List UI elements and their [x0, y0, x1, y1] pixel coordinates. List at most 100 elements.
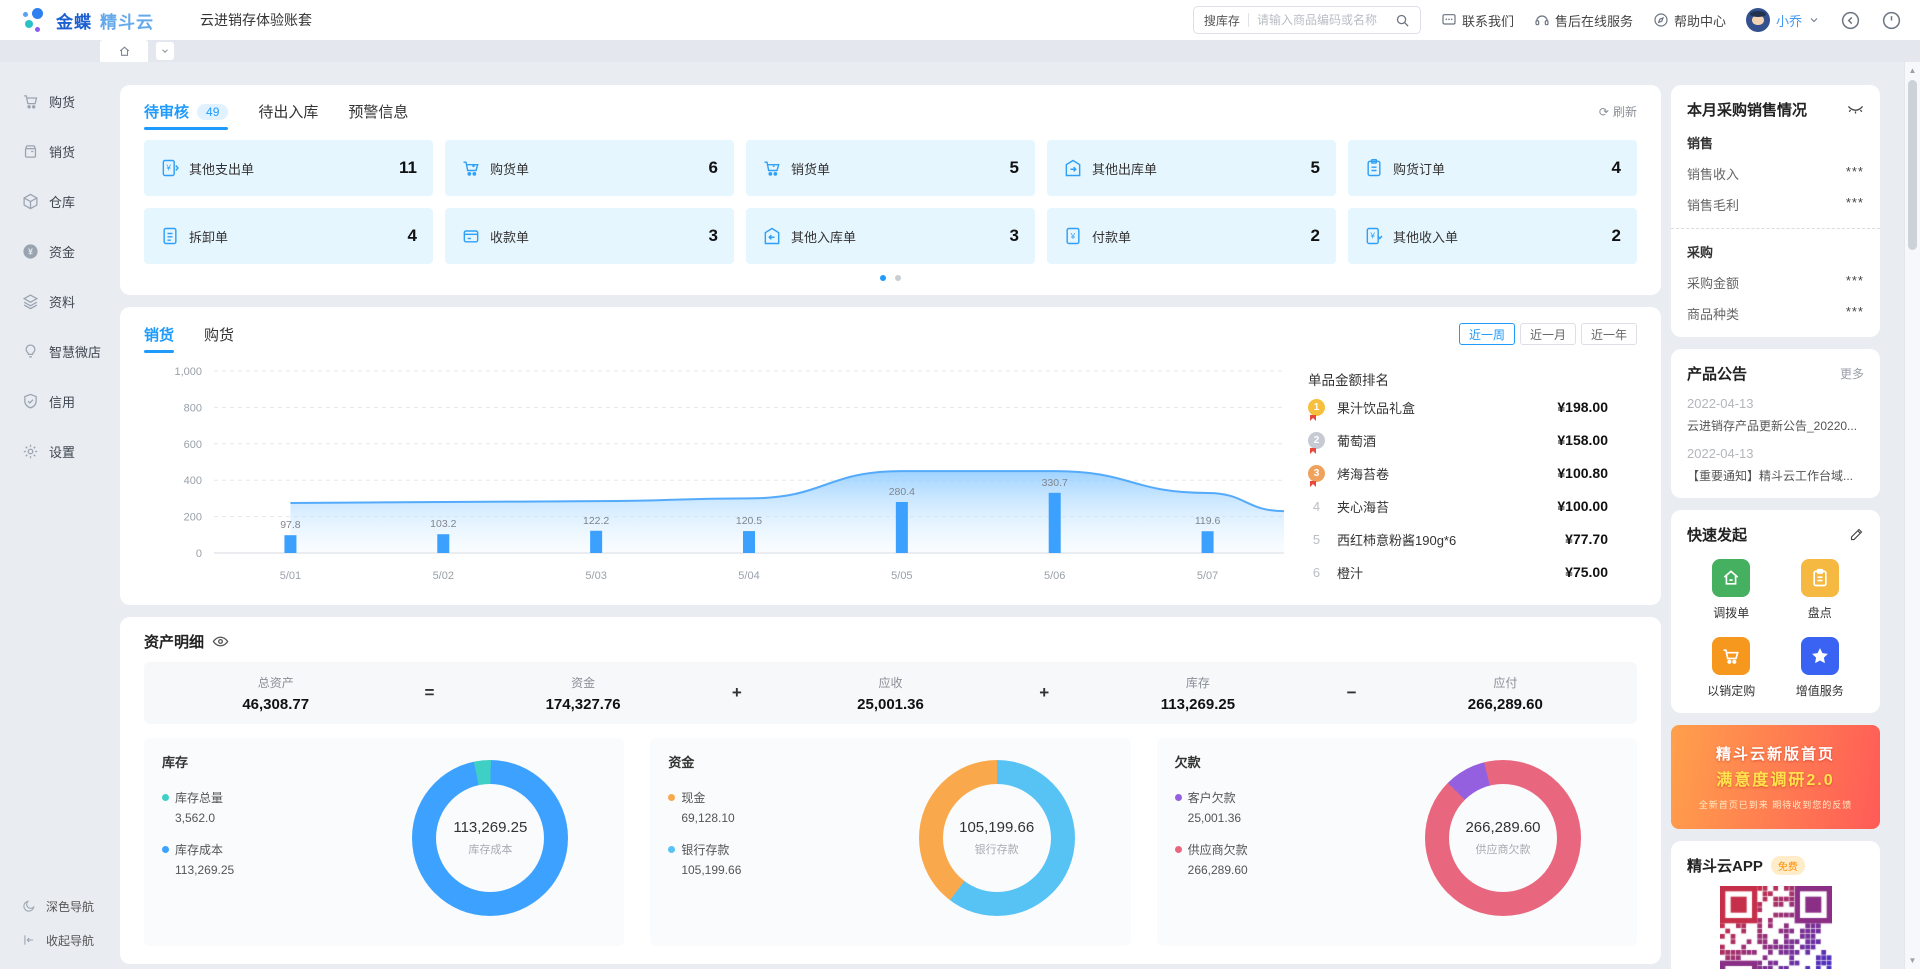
- scroll-down-arrow[interactable]: ▼: [1905, 956, 1920, 965]
- wallet-icon: [461, 226, 481, 246]
- sidebar-item-settings[interactable]: 设置: [0, 426, 108, 476]
- announcement-link[interactable]: 云进销存产品更新公告_20220...: [1687, 417, 1864, 434]
- tab-sales[interactable]: 销货: [144, 324, 174, 353]
- range-week-button[interactable]: 近一周: [1459, 323, 1515, 345]
- ranking-item[interactable]: 5 西红柿意粉酱190g*6 ¥77.70: [1308, 524, 1608, 554]
- sidebar-item-sales[interactable]: 销货: [0, 126, 108, 176]
- svg-text:600: 600: [184, 439, 202, 451]
- after-sales-service-link[interactable]: 售后在线服务: [1534, 11, 1633, 30]
- range-month-button[interactable]: 近一月: [1520, 323, 1576, 345]
- quick-action-value-added[interactable]: 增值服务: [1776, 637, 1865, 699]
- funds-donut-card: 资金 现金 69,128.10 银行存款 105,199.66: [650, 738, 1130, 946]
- sidebar-item-purchase[interactable]: 购货: [0, 76, 108, 126]
- todo-card-receipt[interactable]: 收款单 3: [445, 208, 734, 264]
- range-label: 近一年: [1591, 326, 1627, 343]
- dark-nav-toggle[interactable]: 深色导航: [0, 889, 108, 923]
- help-center-link[interactable]: 帮助中心: [1653, 11, 1726, 30]
- todo-card-payment[interactable]: ¥ 付款单 2: [1047, 208, 1336, 264]
- tab-warning-info[interactable]: 预警信息: [348, 101, 408, 130]
- todo-card-purchase-request[interactable]: 购货订单 4: [1348, 140, 1637, 196]
- sidebar-item-warehouse[interactable]: 仓库: [0, 176, 108, 226]
- quick-action-label: 以销定购: [1707, 682, 1755, 699]
- tab-purchase[interactable]: 购货: [204, 324, 234, 353]
- todo-card-count: 2: [1311, 226, 1320, 246]
- scrollbar-thumb[interactable]: [1908, 80, 1917, 250]
- range-year-button[interactable]: 近一年: [1581, 323, 1637, 345]
- quick-action-stocktake[interactable]: 盘点: [1776, 559, 1865, 621]
- tab-dropdown-button[interactable]: [156, 42, 174, 60]
- logout-power-icon[interactable]: [1881, 10, 1902, 31]
- todo-card-other-income[interactable]: ¥ 其他收入单 2: [1348, 208, 1637, 264]
- after-sales-service-label: 售后在线服务: [1555, 11, 1633, 30]
- donut-cards: 库存 库存总量 3,562.0 库存成本 113,269.25: [144, 738, 1637, 946]
- ranking-item[interactable]: 2 葡萄酒 ¥158.00: [1308, 425, 1608, 455]
- contact-us-link[interactable]: 联系我们: [1441, 11, 1514, 30]
- ranking-amount: ¥77.70: [1565, 531, 1608, 547]
- search-input[interactable]: [1257, 13, 1395, 27]
- vertical-scrollbar[interactable]: ▲ ▼: [1904, 62, 1920, 969]
- minus-sign: −: [1330, 683, 1374, 703]
- quick-action-transfer[interactable]: 调拨单: [1687, 559, 1776, 621]
- account-title: 云进销存体验账套: [200, 10, 312, 30]
- tab-label: 待审核: [144, 101, 189, 122]
- summary-row: 商品种类***: [1687, 304, 1864, 323]
- todo-card-count: 11: [399, 158, 417, 178]
- carousel-dot[interactable]: [880, 275, 886, 281]
- survey-banner[interactable]: 精斗云新版首页 满意度调研2.0 全新首页已到来 期待收到您的反馈: [1671, 725, 1880, 829]
- tab-pending-inout[interactable]: 待出入库: [258, 101, 318, 130]
- hide-values-toggle[interactable]: [1847, 104, 1864, 116]
- announcement-link[interactable]: 【重要通知】精斗云工作台域...: [1687, 467, 1864, 484]
- todo-card-other-inbound[interactable]: 其他入库单 3: [746, 208, 1035, 264]
- tab-pending-review[interactable]: 待审核 49: [144, 101, 228, 130]
- ranking-item[interactable]: 4 夹心海苔 ¥100.00: [1308, 491, 1608, 521]
- todo-card-purchase-order[interactable]: 购货单 6: [445, 140, 734, 196]
- svg-text:280.4: 280.4: [889, 486, 915, 498]
- sidebar-item-credit[interactable]: 信用: [0, 376, 108, 426]
- collapse-nav-label: 收起导航: [46, 932, 94, 949]
- quick-action-sales-purchase[interactable]: 以销定购: [1687, 637, 1776, 699]
- dark-nav-label: 深色导航: [46, 898, 94, 915]
- edit-quick-actions-button[interactable]: [1849, 527, 1864, 542]
- plus-sign: +: [1022, 683, 1066, 703]
- income-doc-icon: ¥: [1364, 226, 1384, 246]
- sidebar-item-label: 智慧微店: [49, 342, 101, 361]
- assets-header: 资产明细: [144, 631, 1637, 652]
- sidebar-item-data[interactable]: 资料: [0, 276, 108, 326]
- collapse-nav-toggle[interactable]: 收起导航: [0, 923, 108, 957]
- ranking-item[interactable]: 1 果汁饮品礼盒 ¥198.00: [1308, 392, 1608, 422]
- donut-center: 113,269.25 库存成本: [436, 784, 544, 892]
- ranking-item[interactable]: 6 橙汁 ¥75.00: [1308, 557, 1608, 587]
- eq-label: 应收: [879, 674, 903, 691]
- scroll-up-arrow[interactable]: ▲: [1905, 66, 1920, 75]
- chevron-down-icon: [1808, 14, 1820, 26]
- funds-donut-chart: 105,199.66 银行存款: [919, 760, 1075, 916]
- search-box[interactable]: 搜库存: [1193, 6, 1421, 34]
- search-scope-label[interactable]: 搜库存: [1204, 12, 1240, 29]
- summary-row: 销售毛利***: [1687, 195, 1864, 214]
- more-link[interactable]: 更多: [1840, 365, 1864, 382]
- todo-card-other-expense[interactable]: ¥ 其他支出单 11: [144, 140, 433, 196]
- todo-card-sales-order[interactable]: 销货单 5: [746, 140, 1035, 196]
- back-circle-icon[interactable]: [1840, 10, 1861, 31]
- search-icon[interactable]: [1395, 13, 1410, 28]
- sidebar-item-smart-store[interactable]: 智慧微店: [0, 326, 108, 376]
- eye-icon[interactable]: [212, 633, 229, 650]
- range-label: 近一周: [1469, 326, 1505, 343]
- svg-text:5/01: 5/01: [280, 570, 301, 582]
- home-tab[interactable]: [100, 40, 148, 62]
- todo-card-other-outbound[interactable]: 其他出库单 5: [1047, 140, 1336, 196]
- app-logo[interactable]: 金蝶 精斗云: [22, 6, 154, 34]
- todo-card-disassembly[interactable]: 拆卸单 4: [144, 208, 433, 264]
- ranking-item[interactable]: 3 烤海苔卷 ¥100.80: [1308, 458, 1608, 488]
- quick-actions-grid: 调拨单 盘点 以销定购: [1687, 559, 1864, 699]
- chevron-down-icon: [160, 46, 170, 56]
- summary-value: ***: [1846, 164, 1864, 183]
- announcement-date: 2022-04-13: [1687, 396, 1864, 411]
- legend-label: 现金: [681, 789, 705, 806]
- avatar: [1746, 8, 1770, 32]
- svg-text:400: 400: [184, 475, 202, 487]
- carousel-dot[interactable]: [895, 275, 901, 281]
- refresh-button[interactable]: ⟳ 刷新: [1599, 103, 1637, 128]
- user-menu[interactable]: 小乔: [1746, 8, 1820, 32]
- sidebar-item-funds[interactable]: ¥ 资金: [0, 226, 108, 276]
